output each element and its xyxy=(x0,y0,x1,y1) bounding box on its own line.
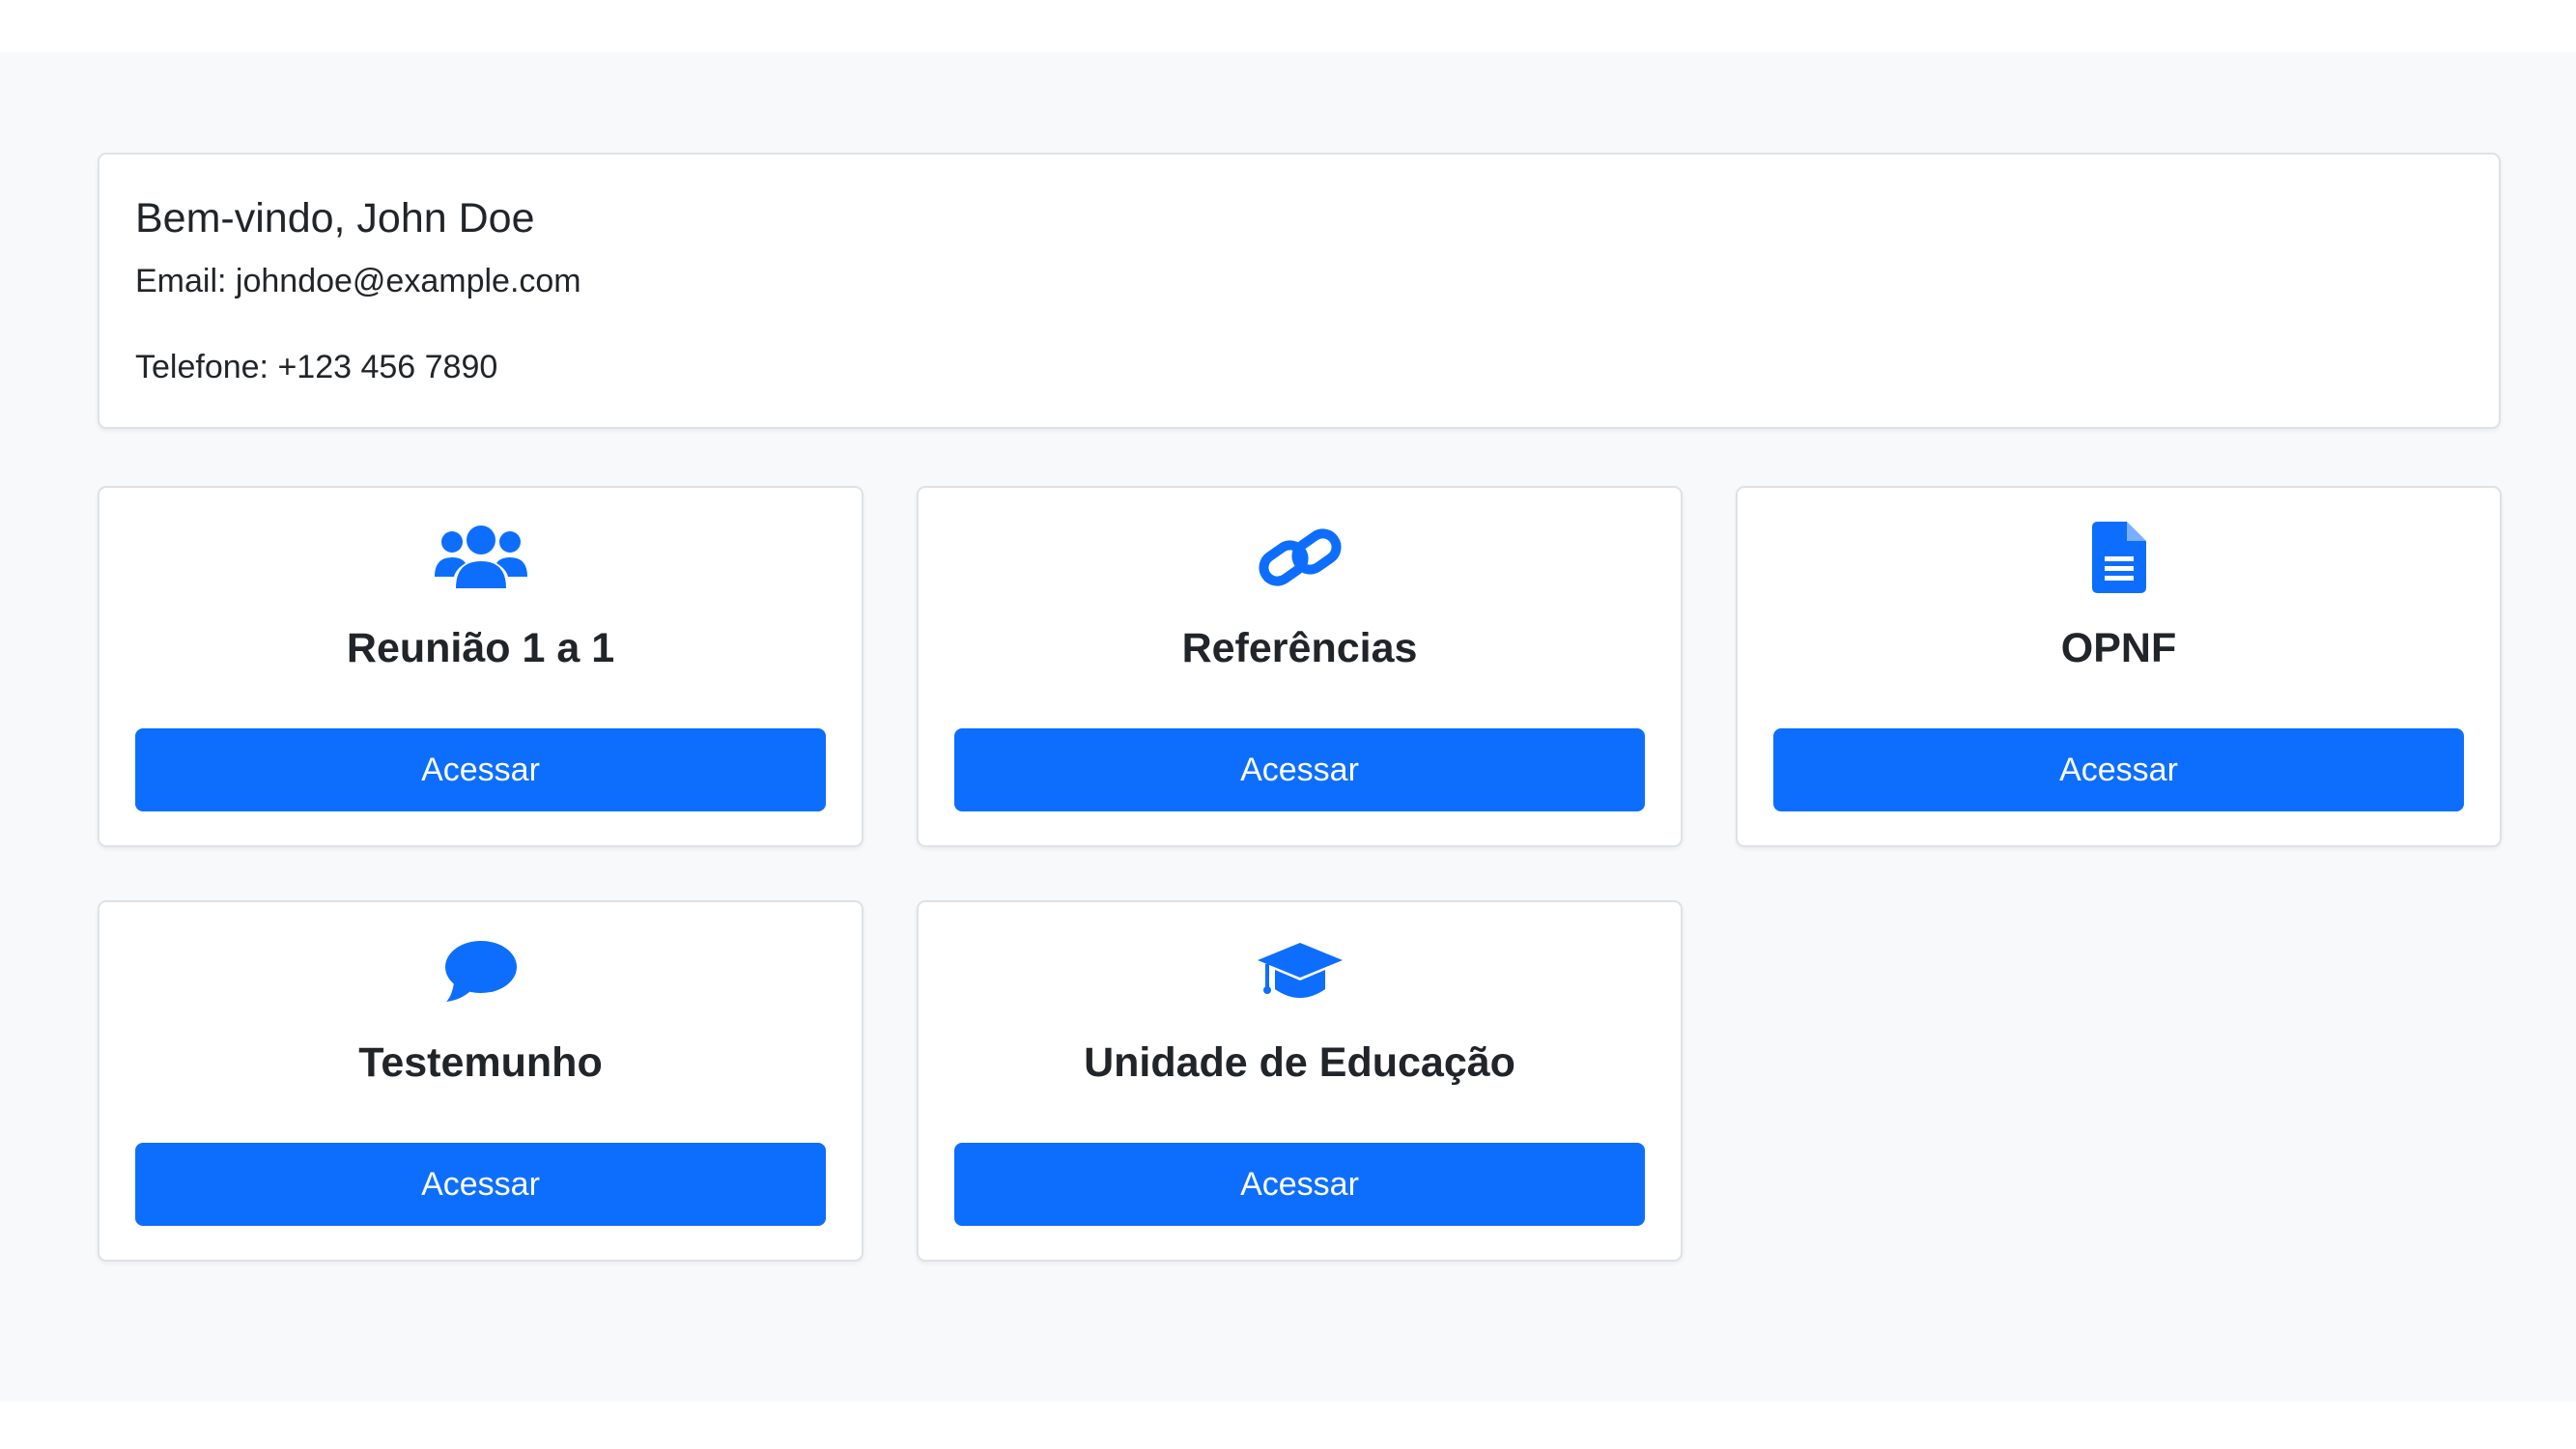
link-icon xyxy=(1254,517,1346,598)
tile-testemunho: Testemunho Acessar xyxy=(98,900,863,1262)
email-text: Email: johndoe@example.com xyxy=(135,263,581,299)
acessar-referencias-button[interactable]: Acessar xyxy=(954,728,1645,811)
tile-opnf: OPNF Acessar xyxy=(1736,486,2502,847)
chat-bubble-icon xyxy=(435,931,527,1012)
tile-title: Referências xyxy=(1181,625,1418,671)
tile-title: Unidade de Educação xyxy=(1084,1039,1515,1086)
acessar-educacao-button[interactable]: Acessar xyxy=(954,1143,1645,1226)
acessar-opnf-button[interactable]: Acessar xyxy=(1773,728,2464,811)
welcome-title: Bem-vindo, John Doe xyxy=(135,195,535,242)
graduation-cap-icon xyxy=(1254,931,1346,1012)
tile-title: OPNF xyxy=(2060,625,2177,671)
profile-card: Bem-vindo, John Doe Email: johndoe@examp… xyxy=(98,153,2501,429)
dashboard-page: Bem-vindo, John Doe Email: johndoe@examp… xyxy=(0,52,2576,1402)
tile-title: Testemunho xyxy=(358,1039,603,1086)
tile-referencias: Referências Acessar xyxy=(917,486,1683,847)
users-icon xyxy=(434,517,527,598)
tile-educacao: Unidade de Educação Acessar xyxy=(917,900,1683,1262)
acessar-testemunho-button[interactable]: Acessar xyxy=(135,1143,826,1226)
tile-title: Reunião 1 a 1 xyxy=(346,625,615,671)
acessar-reuniao-button[interactable]: Acessar xyxy=(135,728,826,811)
phone-text: Telefone: +123 456 7890 xyxy=(135,349,498,385)
tile-reuniao: Reunião 1 a 1 Acessar xyxy=(98,486,863,847)
document-icon xyxy=(2073,517,2166,598)
